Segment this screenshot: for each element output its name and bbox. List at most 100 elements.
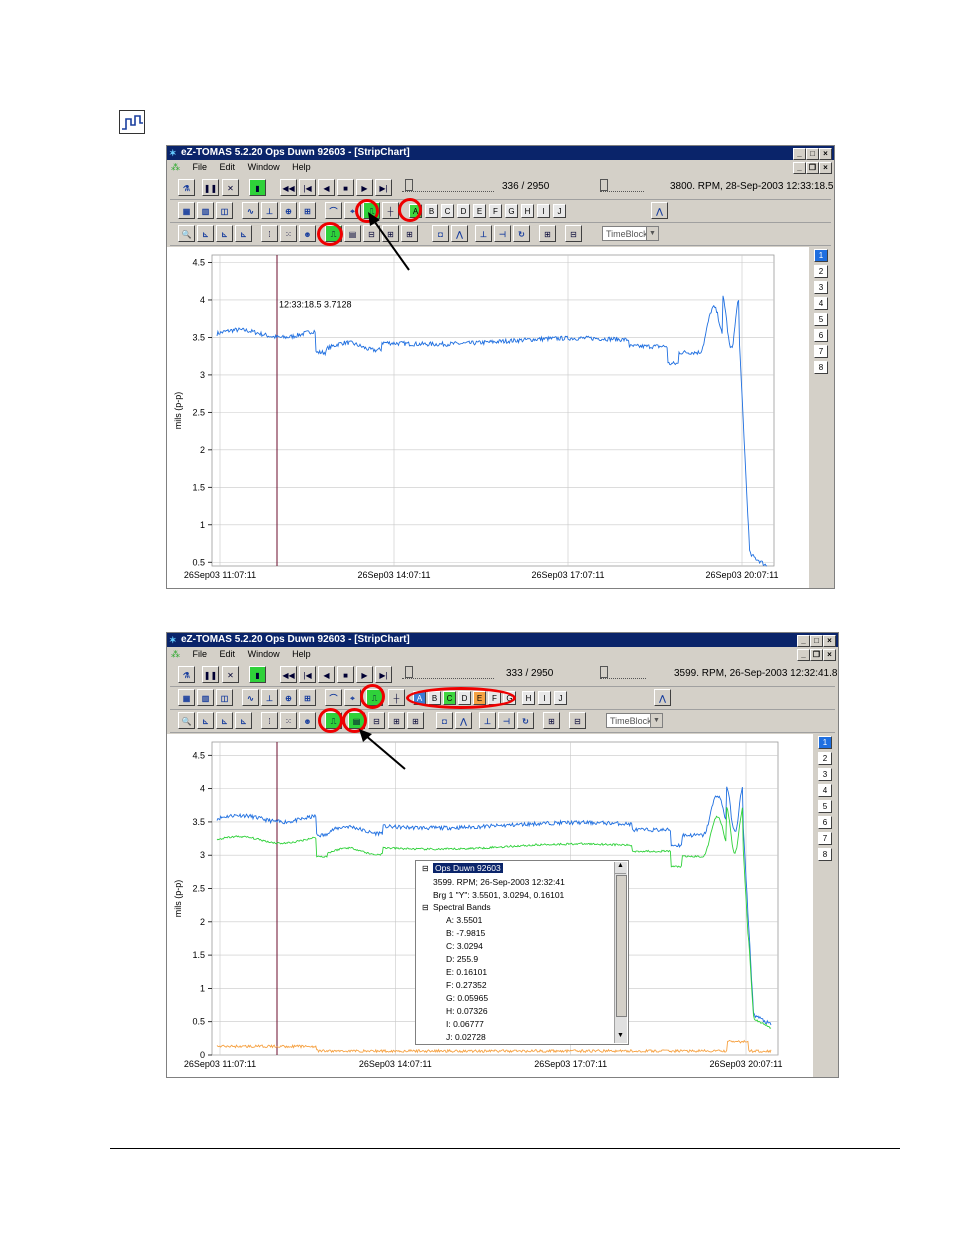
child-close-button[interactable]: × [819, 162, 832, 174]
band-c-button[interactable]: C [441, 204, 454, 218]
page-button-2[interactable]: 2 [818, 752, 832, 765]
pause-icon[interactable]: ❚❚ [202, 179, 219, 196]
menu-window[interactable]: Window [248, 649, 280, 659]
user-tool-icon[interactable]: ☻ [299, 712, 316, 729]
rewind-icon[interactable]: ◀◀ [280, 666, 297, 683]
page-button-4[interactable]: 4 [814, 297, 828, 310]
page-button-5[interactable]: 5 [814, 313, 828, 326]
zoom-icon[interactable]: 🔍 [178, 225, 195, 242]
page-button-2[interactable]: 2 [814, 265, 828, 278]
band-i-button[interactable]: I [538, 691, 551, 705]
peak-tool-icon[interactable]: ⋀ [451, 225, 468, 242]
child-restore-button[interactable]: ❐ [810, 649, 823, 661]
menu-edit[interactable]: Edit [220, 649, 236, 659]
spectrum-tool-icon[interactable]: ⊥ [475, 225, 492, 242]
position-slider[interactable] [402, 666, 494, 679]
page-button-8[interactable]: 8 [818, 848, 832, 861]
menu-help[interactable]: Help [292, 649, 311, 659]
close-button[interactable]: × [819, 148, 832, 160]
page-button-1[interactable]: 1 [818, 736, 832, 749]
bode-icon[interactable]: ⌒ [325, 202, 342, 219]
rotate-icon[interactable]: ↻ [517, 712, 534, 729]
timeblock-dropdown[interactable]: TimeBlock ▼ [602, 226, 659, 241]
band-h-button[interactable]: H [521, 204, 534, 218]
orbit-icon[interactable]: ⊕ [280, 202, 297, 219]
spectrum-icon[interactable]: ⊥ [261, 202, 278, 219]
tree-root[interactable]: Ops Duwn 92603 [433, 863, 503, 873]
play-icon[interactable]: ▶ [356, 179, 373, 196]
maximize-button[interactable]: □ [806, 148, 819, 160]
list-button[interactable]: ▤ [344, 225, 361, 242]
page-button-7[interactable]: 7 [814, 345, 828, 358]
page-button-3[interactable]: 3 [814, 281, 828, 294]
axis-tool-icon-3[interactable]: ⊾ [235, 712, 252, 729]
band-h-button[interactable]: H [522, 691, 535, 705]
page-button-6[interactable]: 6 [818, 816, 832, 829]
stop-x-icon[interactable]: ✕ [222, 179, 239, 196]
bearing-icon[interactable]: ◘ [432, 225, 449, 242]
strip-chart-plot[interactable]: 0.5 1 1.5 2 2.5 3 3.5 4 4.5 26Sep03 11:07:11 26Sep… [167, 247, 809, 588]
connect-icon[interactable]: ⚗ [178, 666, 195, 683]
scroll-up-icon[interactable]: ▲ [615, 862, 626, 874]
zoom-icon[interactable]: 🔍 [178, 712, 195, 729]
waveform-icon[interactable]: ∿ [242, 689, 259, 706]
data-tree-popup[interactable]: ⊟ Ops Duwn 92603 3599. RPM; 26-Sep-2003 … [415, 860, 629, 1045]
first-frame-icon[interactable]: |◀ [299, 179, 316, 196]
maximize-button[interactable]: □ [810, 635, 823, 647]
polar-icon[interactable]: ⌖ [344, 689, 361, 706]
close-button[interactable]: × [823, 635, 836, 647]
minimize-button[interactable]: _ [797, 635, 810, 647]
menu-window[interactable]: Window [248, 162, 280, 172]
speed-slider[interactable] [600, 179, 644, 192]
minimize-button[interactable]: _ [793, 148, 806, 160]
play-icon[interactable]: ▶ [356, 666, 373, 683]
speed-slider[interactable] [600, 666, 646, 679]
child-minimize-button[interactable]: _ [793, 162, 806, 174]
orbit-icon[interactable]: ⊕ [280, 689, 297, 706]
page-button-6[interactable]: 6 [814, 329, 828, 342]
timeblock-dropdown[interactable]: TimeBlock ▼ [606, 713, 663, 728]
menu-file[interactable]: File [193, 649, 208, 659]
peak-icon[interactable]: ⋀ [654, 689, 671, 706]
cursor-tool-icon[interactable]: ⊣ [498, 712, 515, 729]
waveform-icon[interactable]: ∿ [242, 202, 259, 219]
tree-scrollbar[interactable]: ▲ ▼ [614, 862, 627, 1043]
axis-tool-icon-2[interactable]: ⊾ [216, 712, 233, 729]
cursor-tool-icon[interactable]: ⊣ [494, 225, 511, 242]
tool-icon-5[interactable]: ⁞ [261, 225, 278, 242]
band-i-button[interactable]: I [537, 204, 550, 218]
menu-edit[interactable]: Edit [220, 162, 236, 172]
page-button-8[interactable]: 8 [814, 361, 828, 374]
step-back-icon[interactable]: ◀ [318, 179, 335, 196]
pause-icon[interactable]: ❚❚ [202, 666, 219, 683]
chart-type-icon-3[interactable]: ◫ [216, 689, 233, 706]
connect-icon[interactable]: ⚗ [178, 179, 195, 196]
bearing-icon[interactable]: ◘ [436, 712, 453, 729]
spectrum-icon[interactable]: ⊥ [261, 689, 278, 706]
tree-bands-expander[interactable]: ⊟ [422, 903, 429, 912]
chart-type-icon-1[interactable]: ▦ [178, 202, 195, 219]
band-b-button[interactable]: B [425, 204, 438, 218]
menu-file[interactable]: File [193, 162, 208, 172]
position-slider[interactable] [402, 179, 494, 192]
stop-icon[interactable]: ■ [337, 179, 354, 196]
last-frame-icon[interactable]: ▶| [375, 666, 392, 683]
tool-icon-19[interactable]: ⊟ [565, 225, 582, 242]
step-back-icon[interactable]: ◀ [318, 666, 335, 683]
bode-icon[interactable]: ⌒ [325, 689, 342, 706]
database-icon[interactable]: ▮ [249, 666, 266, 683]
band-f-button[interactable]: F [489, 204, 502, 218]
peak-tool-icon[interactable]: ⋀ [455, 712, 472, 729]
tool-icon-18[interactable]: ⊞ [539, 225, 556, 242]
chart-type-icon-2[interactable]: ▥ [197, 202, 214, 219]
user-tool-icon[interactable]: ☻ [299, 225, 316, 242]
axis-tool-icon-1[interactable]: ⊾ [197, 225, 214, 242]
rewind-icon[interactable]: ◀◀ [280, 179, 297, 196]
band-e-button[interactable]: E [473, 204, 486, 218]
chart-type-icon-2[interactable]: ▥ [197, 689, 214, 706]
menu-help[interactable]: Help [292, 162, 311, 172]
rotate-icon[interactable]: ↻ [513, 225, 530, 242]
stop-x-icon[interactable]: ✕ [222, 666, 239, 683]
database-icon[interactable]: ▮ [249, 179, 266, 196]
tool-icon-6[interactable]: ⁙ [280, 225, 297, 242]
